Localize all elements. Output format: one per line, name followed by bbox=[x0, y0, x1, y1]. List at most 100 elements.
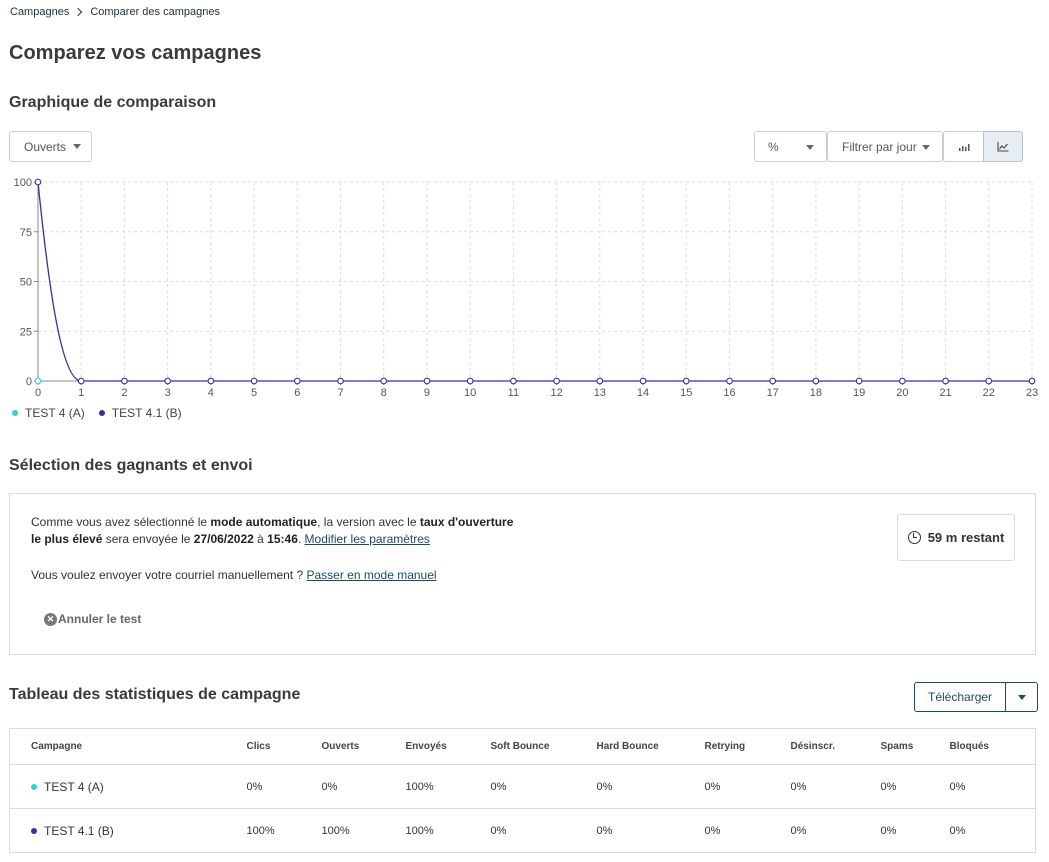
campaign-name-cell: TEST 4.1 (B) bbox=[9, 808, 247, 853]
x-tick-label: 18 bbox=[810, 387, 822, 399]
campaign-name[interactable]: TEST 4.1 (B) bbox=[44, 824, 114, 838]
text-fragment: sera envoyée le bbox=[102, 532, 194, 546]
time-remaining-text: 59 m restant bbox=[927, 530, 1005, 545]
column-header: Désinscr. bbox=[790, 728, 881, 765]
cancel-test-button[interactable]: ✕ Annuler le test bbox=[44, 612, 141, 626]
x-tick-label: 2 bbox=[121, 387, 127, 399]
data-point-1 bbox=[34, 178, 42, 186]
sent-cell: 100% bbox=[405, 764, 491, 809]
data-point-1 bbox=[812, 377, 820, 385]
stats-section-title: Tableau des statistiques de campagne bbox=[9, 686, 301, 703]
series-line-1 bbox=[37, 181, 1032, 382]
data-point-1 bbox=[855, 377, 863, 385]
breadcrumb-root-link[interactable]: Campagnes bbox=[10, 6, 69, 18]
download-button[interactable]: Télécharger bbox=[914, 682, 1007, 712]
download-options-button[interactable] bbox=[1006, 682, 1039, 712]
data-point-1 bbox=[466, 377, 474, 385]
unit-select[interactable]: % bbox=[754, 131, 827, 162]
spams-cell: 0% bbox=[880, 808, 950, 853]
breadcrumb-current: Comparer des campagnes bbox=[90, 6, 220, 18]
data-point-1 bbox=[553, 377, 560, 385]
x-tick-label: 8 bbox=[381, 387, 387, 399]
x-tick-label: 15 bbox=[680, 387, 692, 399]
campaign-name[interactable]: TEST 4 (A) bbox=[44, 780, 104, 794]
data-point-1 bbox=[1028, 377, 1036, 385]
y-tick-label: 25 bbox=[20, 326, 32, 338]
download-button-group: Télécharger bbox=[914, 682, 1039, 712]
legend-dot-b bbox=[98, 410, 105, 416]
text-fragment: . bbox=[297, 532, 305, 546]
x-tick-label: 23 bbox=[1026, 387, 1038, 399]
legend-item-b[interactable]: TEST 4.1 (B) bbox=[98, 406, 182, 420]
data-point-1 bbox=[639, 377, 647, 385]
y-tick-label: 75 bbox=[20, 227, 32, 239]
close-circle-icon: ✕ bbox=[44, 612, 57, 626]
y-tick-label: 100 bbox=[14, 177, 32, 189]
unsubscribed-cell: 0% bbox=[790, 764, 881, 809]
x-tick-label: 13 bbox=[594, 387, 606, 399]
modify-settings-link[interactable]: Modifier les paramètres bbox=[305, 532, 430, 546]
data-point-1 bbox=[898, 377, 906, 385]
y-tick-label: 50 bbox=[20, 277, 32, 289]
x-tick-label: 16 bbox=[723, 387, 735, 399]
column-header: Ouverts bbox=[321, 728, 406, 765]
highest-label: le plus élevé bbox=[31, 532, 103, 546]
open-rate-label: taux d'ouverture bbox=[419, 515, 514, 529]
x-tick-label: 19 bbox=[853, 387, 865, 399]
x-tick-label: 9 bbox=[424, 387, 430, 399]
x-tick-label: 0 bbox=[35, 387, 41, 399]
soft-bounce-cell: 0% bbox=[490, 808, 597, 853]
text-fragment: , la version avec le bbox=[317, 515, 420, 529]
caret-down-icon bbox=[73, 144, 82, 149]
send-date: 27/06/2022 bbox=[193, 532, 254, 546]
manual-mode-text: Vous voulez envoyer votre courriel manue… bbox=[31, 568, 437, 582]
data-point-1 bbox=[510, 377, 517, 385]
data-point-1 bbox=[207, 377, 215, 385]
x-tick-label: 12 bbox=[550, 387, 562, 399]
auto-mode-description: Comme vous avez sélectionné le mode auto… bbox=[31, 514, 513, 548]
breadcrumb: Campagnes Comparer des campagnes bbox=[10, 6, 220, 18]
data-point-1 bbox=[121, 377, 128, 385]
cancel-test-label: Annuler le test bbox=[58, 612, 142, 626]
column-header: Envoyés bbox=[405, 728, 491, 765]
data-point-0 bbox=[34, 377, 42, 385]
hard-bounce-cell: 0% bbox=[596, 764, 705, 809]
x-tick-label: 11 bbox=[508, 387, 519, 399]
blocked-cell: 0% bbox=[949, 808, 1036, 853]
column-header: Soft Bounce bbox=[490, 728, 597, 765]
winner-panel: Comme vous avez sélectionné le mode auto… bbox=[9, 493, 1036, 655]
y-tick-label: 0 bbox=[26, 376, 32, 388]
x-tick-label: 17 bbox=[767, 387, 779, 399]
series-dot bbox=[31, 783, 37, 790]
manual-mode-link[interactable]: Passer en mode manuel bbox=[306, 568, 436, 582]
metric-select-value: Ouverts bbox=[24, 139, 67, 154]
legend-dot-a bbox=[12, 410, 18, 416]
data-point-1 bbox=[380, 377, 388, 385]
bar-view-button[interactable] bbox=[943, 131, 984, 162]
filter-day-select[interactable]: Filtrer par jour bbox=[827, 131, 943, 162]
data-point-1 bbox=[423, 377, 431, 385]
line-view-button[interactable] bbox=[983, 131, 1023, 162]
campaign-name-cell: TEST 4 (A) bbox=[9, 764, 247, 809]
metric-select[interactable]: Ouverts bbox=[9, 131, 92, 162]
retrying-cell: 0% bbox=[704, 764, 791, 809]
opens-cell: 100% bbox=[321, 808, 406, 853]
spams-cell: 0% bbox=[880, 764, 950, 809]
send-time: 15:46 bbox=[267, 532, 298, 546]
table-row: TEST 4 (A) 0% 0% 100% 0% 0% 0% 0% 0% 0% bbox=[9, 764, 1036, 809]
data-point-1 bbox=[942, 377, 949, 385]
x-tick-label: 4 bbox=[208, 387, 214, 399]
auto-mode-label: mode automatique bbox=[210, 515, 318, 529]
x-tick-label: 5 bbox=[251, 387, 257, 399]
legend-label-a: TEST 4 (A) bbox=[25, 406, 85, 420]
data-point-1 bbox=[985, 377, 993, 385]
legend-item-a[interactable]: TEST 4 (A) bbox=[12, 406, 85, 420]
line-chart-icon bbox=[997, 142, 1009, 152]
column-header: Retrying bbox=[704, 728, 791, 765]
data-point-1 bbox=[293, 377, 301, 385]
data-point-1 bbox=[164, 377, 172, 385]
x-tick-label: 22 bbox=[983, 387, 995, 399]
page-title: Comparez vos campagnes bbox=[9, 42, 262, 64]
legend-label-b: TEST 4.1 (B) bbox=[111, 406, 182, 420]
series-dot bbox=[31, 827, 37, 834]
